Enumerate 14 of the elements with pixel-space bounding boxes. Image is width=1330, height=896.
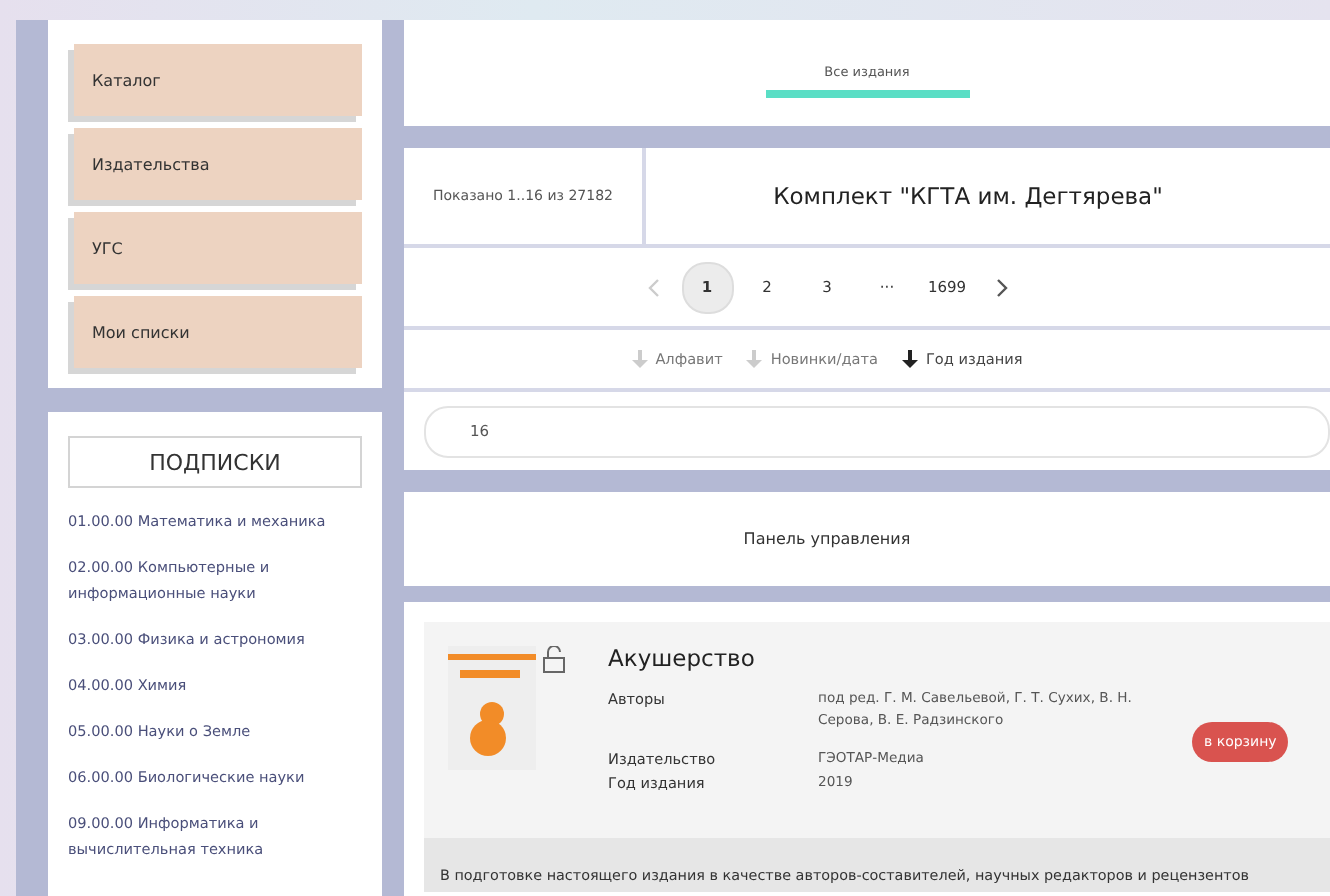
menu-button[interactable]: Мои списки bbox=[74, 296, 362, 368]
menu-button[interactable]: Издательства bbox=[74, 128, 362, 200]
arrow-down-icon bbox=[746, 350, 763, 368]
collection-title: Комплект "КГТА им. Дегтярева" bbox=[771, 180, 1165, 214]
menu-button[interactable]: УГС bbox=[74, 212, 362, 284]
chevron-right-icon[interactable] bbox=[993, 277, 1009, 297]
book-cover-icon bbox=[448, 646, 536, 770]
arrow-down-icon bbox=[901, 350, 918, 368]
arrow-down-icon bbox=[631, 350, 648, 368]
book-title: Акушерство bbox=[608, 644, 757, 672]
lock-icon bbox=[540, 646, 568, 674]
control-panel-label: Панель управления bbox=[404, 492, 1330, 586]
subscriptions-title: ПОДПИСКИ bbox=[68, 436, 362, 488]
menu-button[interactable]: Каталог bbox=[74, 44, 362, 116]
